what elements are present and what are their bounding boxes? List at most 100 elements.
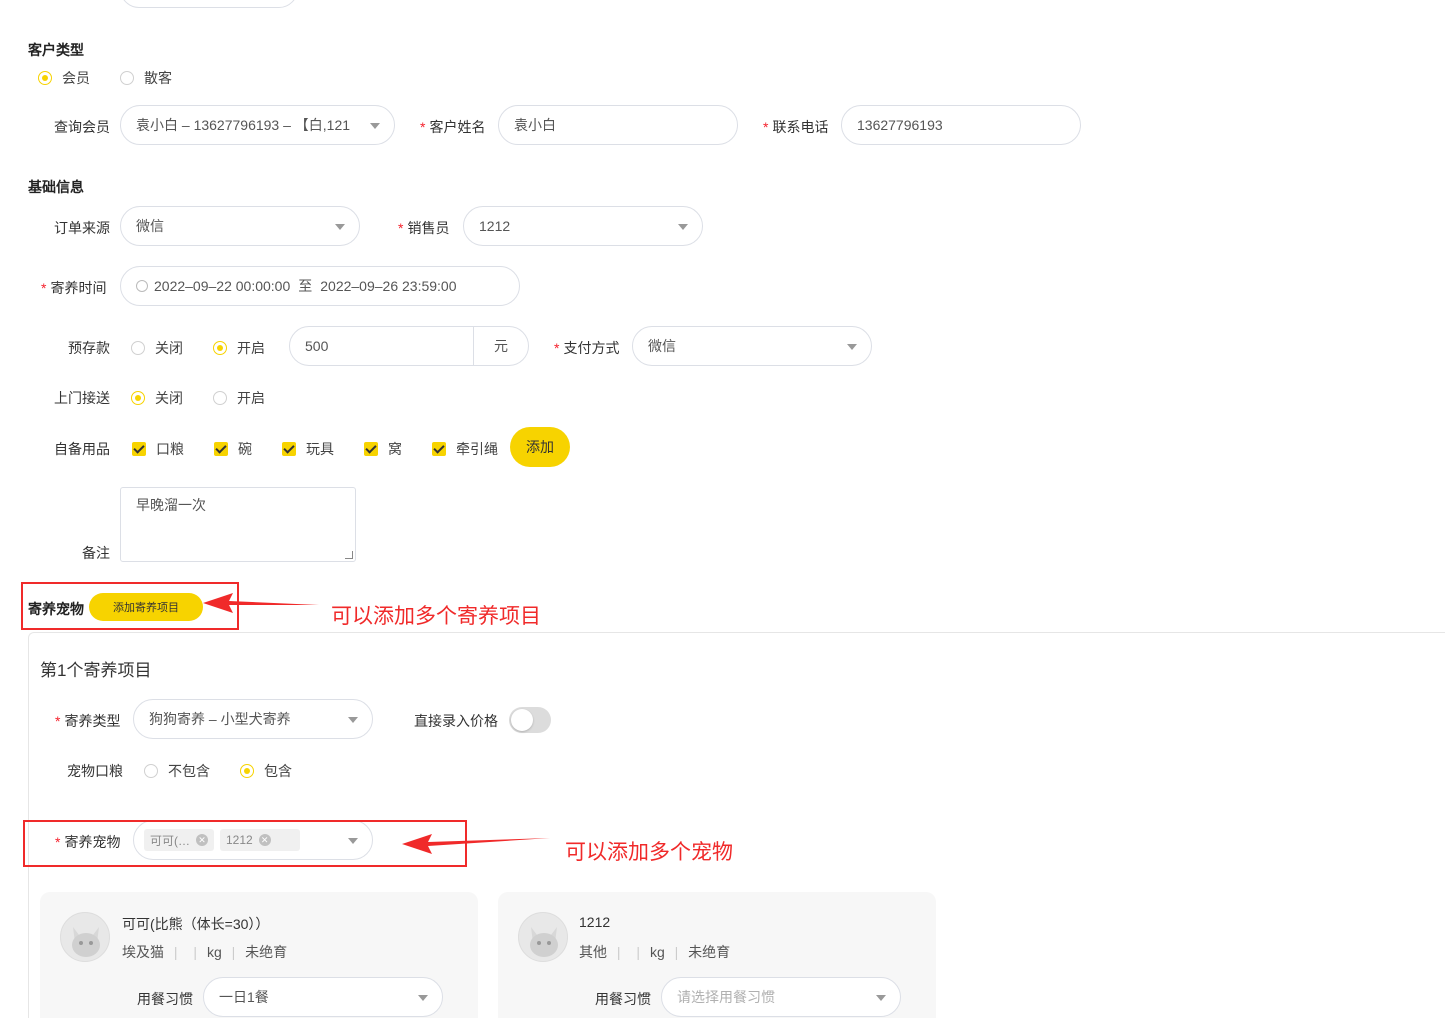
pet-card: 可可(比熊（体长=30）） 埃及猫 | | kg | 未绝育 用餐习惯 一日1餐	[40, 892, 478, 1018]
member-search-label: 查询会员	[54, 119, 110, 135]
deposit-on-label: 开启	[237, 340, 265, 356]
meal-select[interactable]: 一日1餐	[203, 977, 443, 1017]
food-include-radio[interactable]: 包含	[240, 761, 292, 781]
note-value: 早晚溜一次	[136, 497, 206, 513]
pet-status: 未绝育	[245, 944, 288, 960]
radio-dot	[131, 391, 145, 405]
pet-info: 其他 | | kg | 未绝育	[579, 942, 730, 962]
annotation-add-pets: 可以添加多个宠物	[565, 841, 733, 864]
pet-info: 埃及猫 | | kg | 未绝育	[122, 942, 287, 962]
supply-label: 牵引绳	[456, 441, 498, 457]
supply-label: 碗	[238, 441, 252, 457]
deposit-off-label: 关闭	[155, 340, 183, 356]
item-type-value: 狗狗寄养 – 小型犬寄养	[149, 711, 291, 727]
member-search-select[interactable]: 袁小白 – 13627796193 – 【白,121	[120, 105, 395, 145]
food-exclude-label: 不包含	[168, 763, 210, 779]
pet-breed: 其他	[579, 944, 607, 960]
payment-select[interactable]: 微信	[632, 326, 872, 366]
phone-input[interactable]: 13627796193	[841, 105, 1081, 145]
pickup-off-radio[interactable]: 关闭	[131, 388, 183, 408]
order-source-label: 订单来源	[54, 220, 110, 236]
chevron-down-icon	[847, 344, 857, 350]
food-include-label: 包含	[264, 763, 292, 779]
supply-bowl-checkbox[interactable]: 碗	[214, 439, 252, 459]
basic-info-title: 基础信息	[28, 179, 84, 195]
checkbox-box	[214, 442, 228, 456]
radio-member-label: 会员	[62, 70, 90, 86]
pet-avatar	[60, 912, 110, 962]
checkbox-box	[364, 442, 378, 456]
item-type-select[interactable]: 狗狗寄养 – 小型犬寄养	[133, 699, 373, 739]
chevron-down-icon	[418, 995, 428, 1001]
note-label: 备注	[82, 545, 110, 561]
highlight-box-pets	[23, 820, 467, 867]
chevron-down-icon	[348, 717, 358, 723]
meal-select[interactable]: 请选择用餐习惯	[661, 977, 901, 1017]
meal-label: 用餐习惯	[595, 991, 651, 1007]
toggle-knob	[511, 709, 533, 731]
annotation-add-items: 可以添加多个寄养项目	[331, 605, 541, 628]
supply-toy-checkbox[interactable]: 玩具	[282, 439, 334, 459]
pickup-off-label: 关闭	[155, 390, 183, 406]
payment-value: 微信	[648, 338, 676, 354]
deposit-on-radio[interactable]: 开启	[213, 338, 265, 358]
direct-price-label: 直接录入价格	[414, 713, 498, 729]
pet-sep: |	[193, 944, 198, 960]
salesperson-label: * 销售员	[398, 220, 450, 236]
salesperson-select[interactable]: 1212	[463, 206, 703, 246]
order-source-select[interactable]: 微信	[120, 206, 360, 246]
pickup-on-radio[interactable]: 开启	[213, 388, 265, 408]
top-partial-input[interactable]	[120, 0, 298, 8]
cat-icon	[530, 927, 558, 957]
phone-label: * 联系电话	[763, 119, 829, 135]
pet-weight-unit: kg	[206, 944, 222, 960]
pet-status: 未绝育	[688, 944, 731, 960]
supply-food-checkbox[interactable]: 口粮	[132, 439, 184, 459]
supply-nest-checkbox[interactable]: 窝	[364, 439, 402, 459]
checkbox-box	[132, 442, 146, 456]
deposit-amount-input[interactable]: 500 元	[289, 326, 529, 366]
cat-icon	[72, 927, 100, 957]
phone-value: 13627796193	[857, 117, 943, 133]
supply-leash-checkbox[interactable]: 牵引绳	[432, 439, 498, 459]
pet-sep: |	[636, 944, 641, 960]
radio-dot	[131, 341, 145, 355]
radio-dot	[144, 764, 158, 778]
chevron-down-icon	[335, 224, 345, 230]
note-textarea[interactable]: 早晚溜一次	[120, 487, 356, 562]
customer-name-input[interactable]: 袁小白	[498, 105, 738, 145]
pet-sep: |	[173, 944, 178, 960]
deposit-amount-value: 500	[290, 327, 474, 365]
supply-label: 口粮	[156, 441, 184, 457]
resize-handle-icon[interactable]	[345, 551, 353, 559]
direct-price-toggle[interactable]	[509, 707, 551, 733]
supply-label: 玩具	[306, 441, 334, 457]
board-time-sep: 至	[298, 278, 313, 294]
chevron-down-icon	[876, 995, 886, 1001]
meal-label: 用餐习惯	[137, 991, 193, 1007]
radio-dot	[213, 341, 227, 355]
pet-weight-unit: kg	[649, 944, 665, 960]
radio-dot	[213, 391, 227, 405]
supplies-label: 自备用品	[54, 441, 110, 457]
pickup-label: 上门接送	[54, 390, 110, 406]
board-time-label: * 寄养时间	[41, 280, 107, 296]
board-time-end: 2022–09–26 23:59:00	[320, 278, 457, 294]
member-search-value: 袁小白 – 13627796193 – 【白,121	[136, 117, 351, 133]
annotation-arrow-icon	[402, 834, 550, 854]
radio-walkin[interactable]: 散客	[120, 68, 172, 88]
add-supply-button[interactable]: 添加	[510, 427, 570, 467]
chevron-down-icon	[370, 123, 380, 129]
pickup-on-label: 开启	[237, 390, 265, 406]
deposit-label: 预存款	[68, 340, 110, 356]
pet-avatar	[518, 912, 568, 962]
deposit-off-radio[interactable]: 关闭	[131, 338, 183, 358]
pet-name: 可可(比熊（体长=30））	[122, 916, 270, 932]
radio-dot	[120, 71, 134, 85]
board-time-range[interactable]: 2022–09–22 00:00:00 至 2022–09–26 23:59:0…	[120, 266, 520, 306]
food-exclude-radio[interactable]: 不包含	[144, 761, 210, 781]
radio-member[interactable]: 会员	[38, 68, 90, 88]
customer-type-title: 客户类型	[28, 42, 84, 58]
checkbox-box	[432, 442, 446, 456]
deposit-unit: 元	[494, 338, 508, 354]
